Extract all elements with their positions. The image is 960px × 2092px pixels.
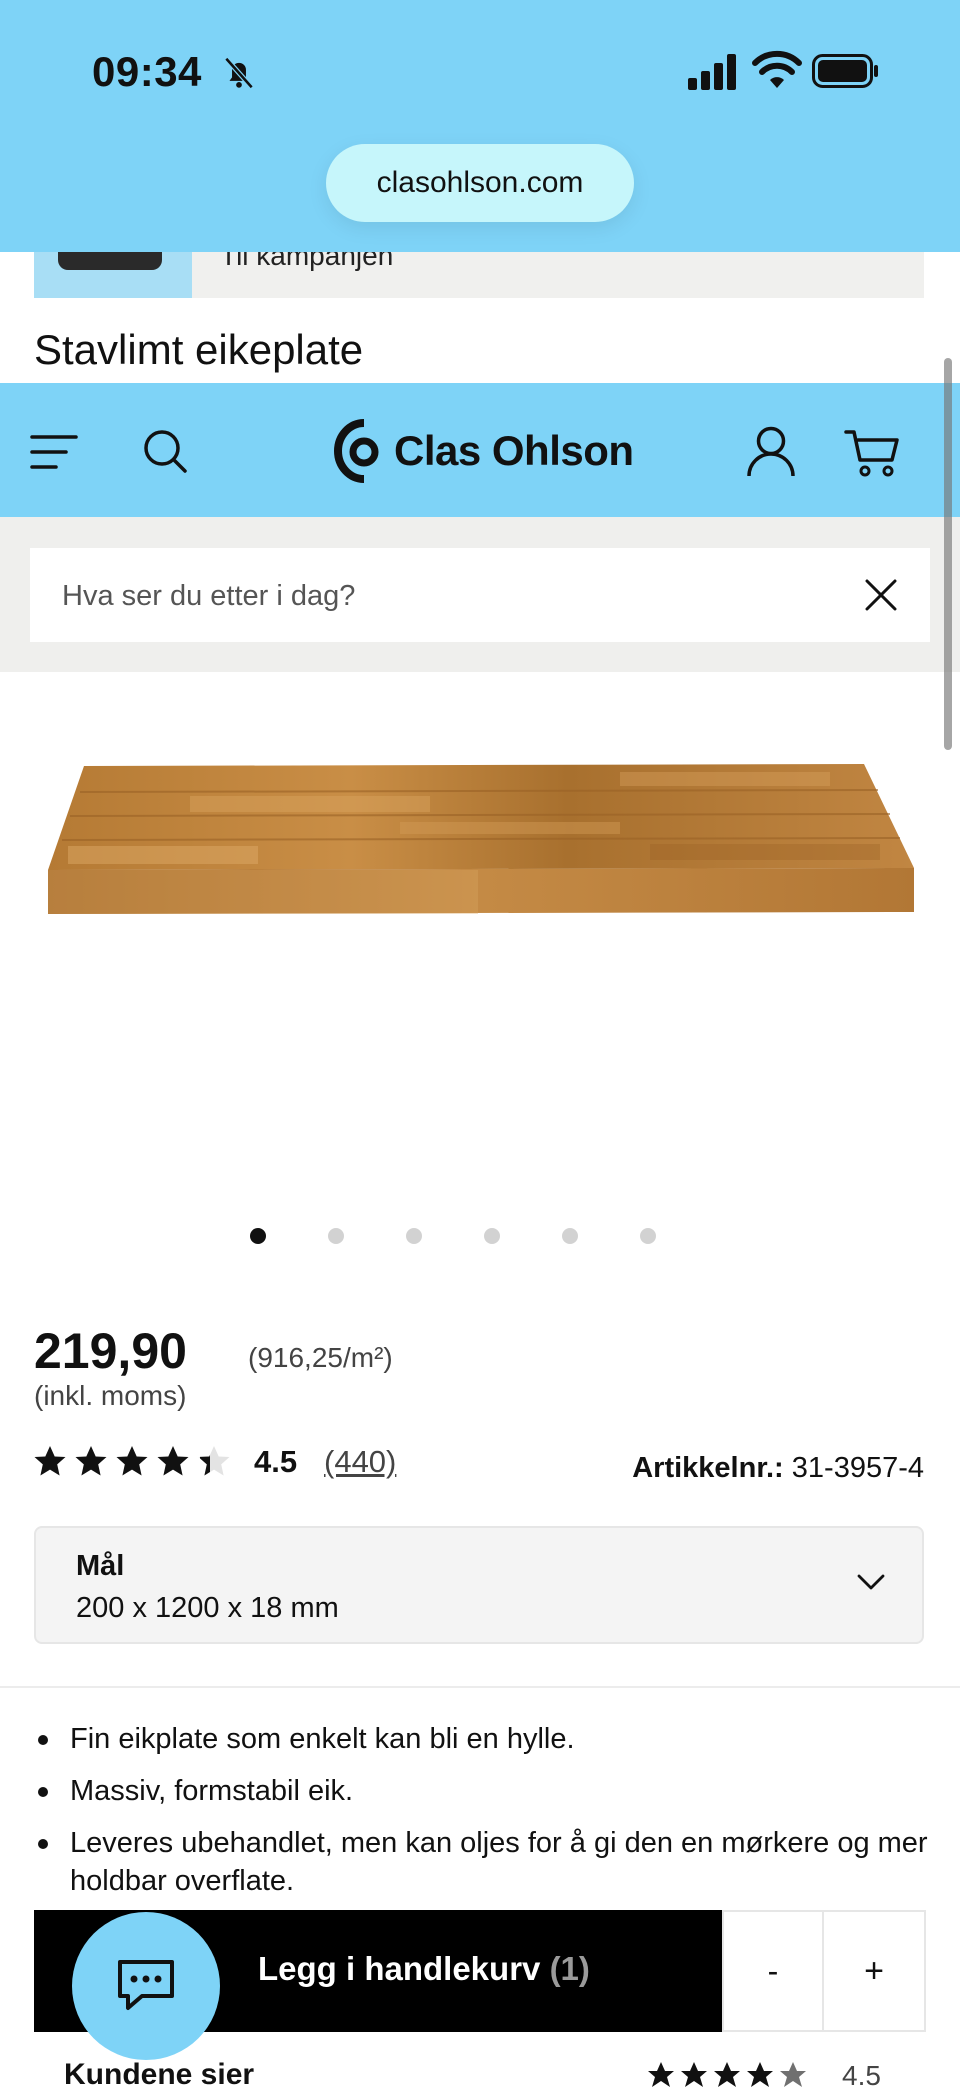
bell-slash-icon	[224, 57, 254, 89]
chat-icon	[118, 1960, 174, 2010]
menu-icon[interactable]	[30, 434, 78, 470]
divider	[0, 1686, 960, 1688]
article-number: Artikkelnr.: 31-3957-4	[632, 1452, 924, 1485]
feature-item: Leveres ubehandlet, men kan oljes for å …	[38, 1824, 960, 1900]
chevron-down-icon	[857, 1574, 885, 1590]
article-value: 31-3957-4	[791, 1452, 924, 1484]
size-dropdown[interactable]: Mål 200 x 1200 x 18 mm	[34, 1526, 924, 1644]
price: 219,90	[34, 1323, 187, 1379]
add-to-cart-text: Legg i handlekurv	[258, 1950, 541, 1987]
reviews-stars	[648, 2062, 806, 2087]
cart-icon[interactable]	[844, 428, 900, 478]
chat-button[interactable]	[72, 1912, 220, 2060]
carousel-dot[interactable]	[250, 1228, 266, 1244]
campaign-thumbnail	[34, 252, 192, 298]
product-image[interactable]	[40, 752, 920, 922]
vat-note: (inkl. moms)	[34, 1380, 187, 1411]
search-field	[30, 548, 930, 644]
status-time: 09:34	[92, 48, 202, 95]
reviews-score: 4.5	[842, 2060, 881, 2091]
cart-count: (1)	[549, 1950, 590, 1987]
logo-mark-icon	[334, 419, 379, 483]
add-to-cart-label: Legg i handlekurv (1)	[258, 1950, 590, 1988]
carousel-dot[interactable]	[406, 1228, 422, 1244]
review-count-link[interactable]: (440)	[324, 1444, 396, 1480]
close-icon[interactable]	[864, 578, 898, 612]
feature-list: Fin eikplate som enkelt kan bli en hylle…	[34, 1720, 960, 1914]
carousel-dot[interactable]	[328, 1228, 344, 1244]
reviews-heading: Kundene sier	[64, 2058, 255, 2091]
url-bar[interactable]: clasohlson.com	[326, 144, 634, 222]
size-label: Mål	[76, 1550, 125, 1582]
rating-value: 4.5	[254, 1444, 298, 1479]
carousel-dot[interactable]	[640, 1228, 656, 1244]
carousel-dot[interactable]	[484, 1228, 500, 1244]
quantity-increase-button[interactable]: +	[824, 1910, 926, 2032]
signal-icon	[688, 54, 736, 90]
wifi-icon	[752, 50, 802, 88]
scrollbar[interactable]	[944, 358, 952, 750]
carousel-dot[interactable]	[562, 1228, 578, 1244]
article-label: Artikkelnr.:	[632, 1452, 784, 1484]
brand-name: Clas Ohlson	[394, 427, 634, 474]
size-value: 200 x 1200 x 18 mm	[76, 1592, 339, 1624]
user-icon[interactable]	[746, 426, 796, 478]
carousel-indicator	[0, 1228, 960, 1248]
rating-stars[interactable]	[34, 1442, 236, 1480]
feature-item: Fin eikplate som enkelt kan bli en hylle…	[38, 1720, 960, 1758]
unit-price: (916,25/m²)	[248, 1342, 393, 1373]
battery-icon	[812, 54, 878, 88]
quantity-decrease-button[interactable]: -	[722, 1910, 824, 2032]
search-icon[interactable]	[142, 428, 188, 474]
feature-item: Massiv, formstabil eik.	[38, 1772, 960, 1810]
search-input[interactable]	[60, 548, 844, 644]
brand-logo[interactable]: Clas Ohlson	[334, 418, 634, 484]
page-title: Stavlimt eikeplate	[34, 326, 364, 373]
browser-top-bar: 09:34 clasohlson.com	[0, 0, 960, 252]
